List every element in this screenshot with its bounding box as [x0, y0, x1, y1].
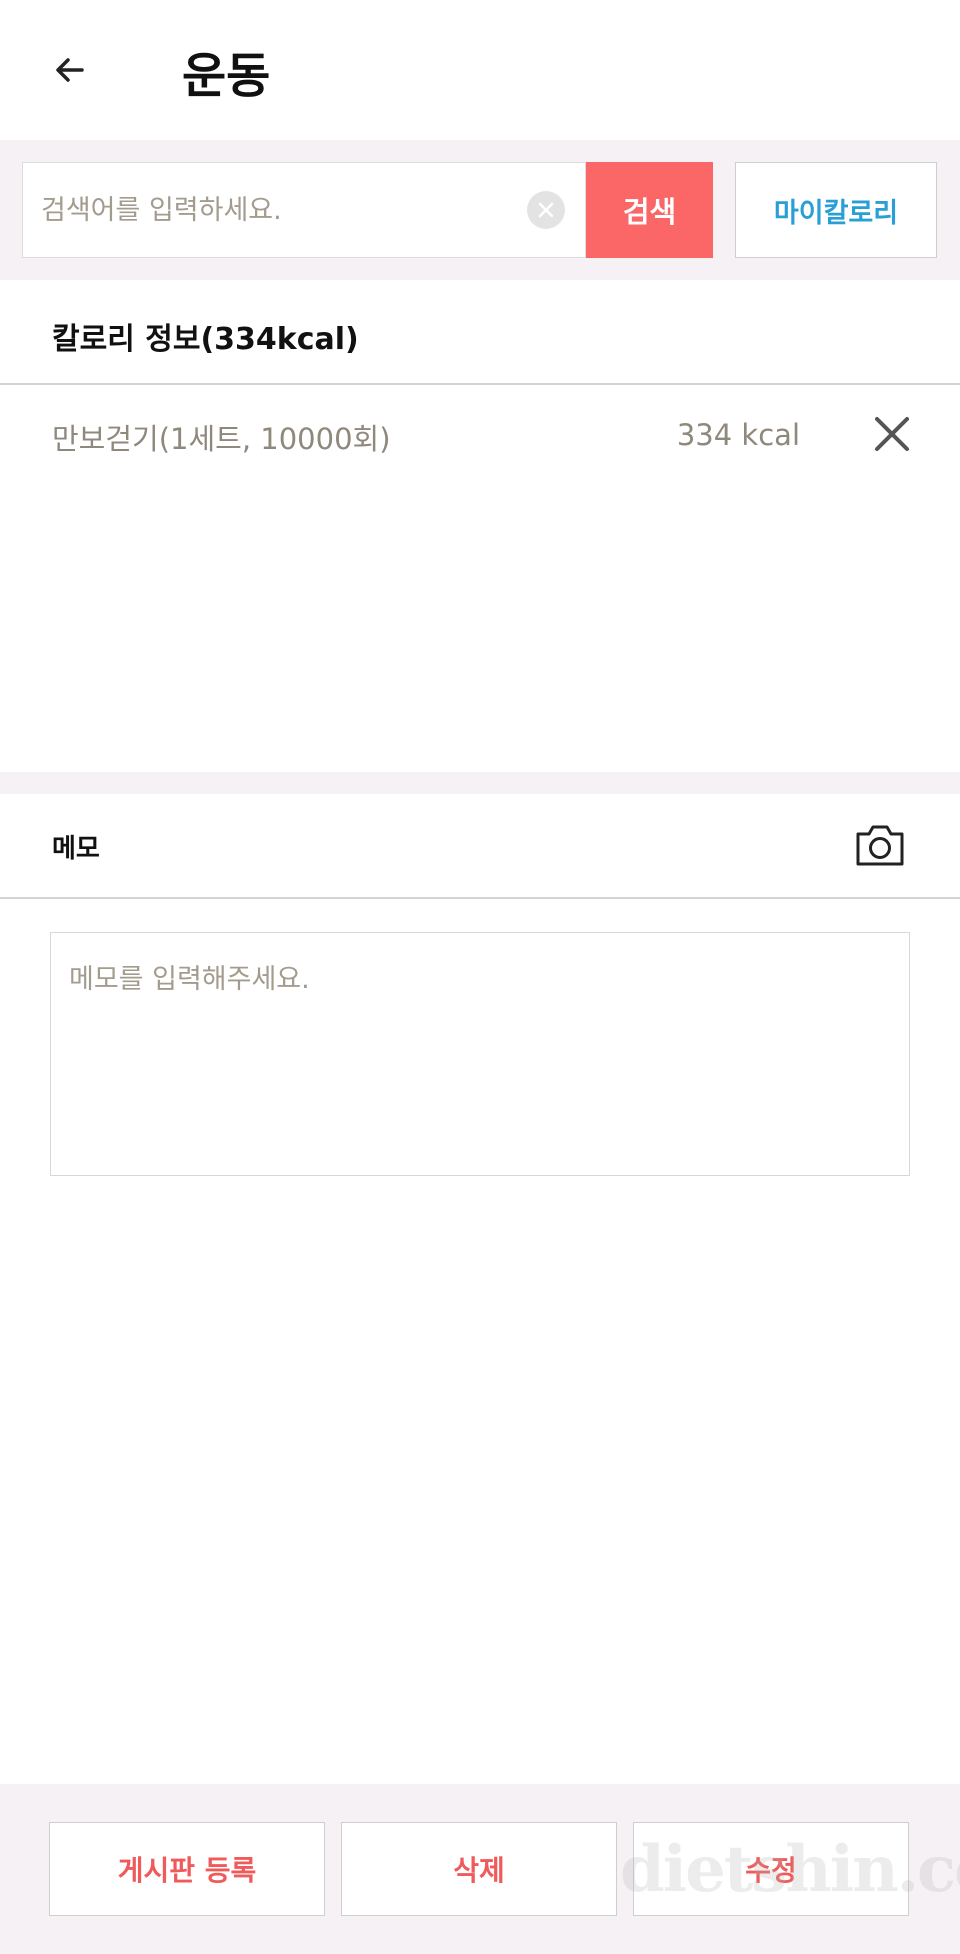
- search-bar: 검색 마이칼로리: [0, 140, 960, 280]
- exercise-kcal: 334 kcal: [676, 418, 800, 452]
- camera-button[interactable]: [852, 820, 908, 870]
- calorie-list: 만보걷기(1세트, 10000회) 334 kcal: [0, 386, 960, 772]
- my-calorie-button[interactable]: 마이칼로리: [735, 162, 937, 258]
- memo-body: [0, 900, 960, 1784]
- app-header: 운동: [0, 0, 960, 140]
- page-title: 운동: [182, 48, 271, 104]
- section-divider: [0, 772, 960, 794]
- close-icon: [875, 417, 909, 451]
- clear-search-button[interactable]: [527, 191, 565, 229]
- clear-circle-icon: [538, 202, 554, 218]
- bottom-action-bar: 게시판 등록 삭제 수정 dietshin.com: [0, 1784, 960, 1954]
- calorie-section-header: 칼로리 정보(334kcal): [0, 280, 960, 385]
- edit-button[interactable]: 수정: [633, 1822, 909, 1916]
- delete-button[interactable]: 삭제: [341, 1822, 617, 1916]
- camera-icon: [856, 825, 904, 866]
- arrow-left-icon: [56, 58, 84, 82]
- search-button[interactable]: 검색: [586, 162, 713, 258]
- search-box: [22, 162, 586, 258]
- search-input[interactable]: [41, 163, 521, 257]
- post-to-board-button[interactable]: 게시판 등록: [49, 1822, 325, 1916]
- back-button[interactable]: [48, 48, 92, 92]
- memo-section-header: 메모: [0, 794, 960, 899]
- remove-item-button[interactable]: [868, 410, 916, 458]
- memo-title: 메모: [52, 834, 100, 864]
- memo-textarea[interactable]: [50, 932, 910, 1176]
- exercise-name: 만보걷기(1세트, 10000회): [52, 422, 391, 456]
- list-item: 만보걷기(1세트, 10000회) 334 kcal: [0, 386, 960, 482]
- calorie-title: 칼로리 정보(334kcal): [52, 322, 359, 357]
